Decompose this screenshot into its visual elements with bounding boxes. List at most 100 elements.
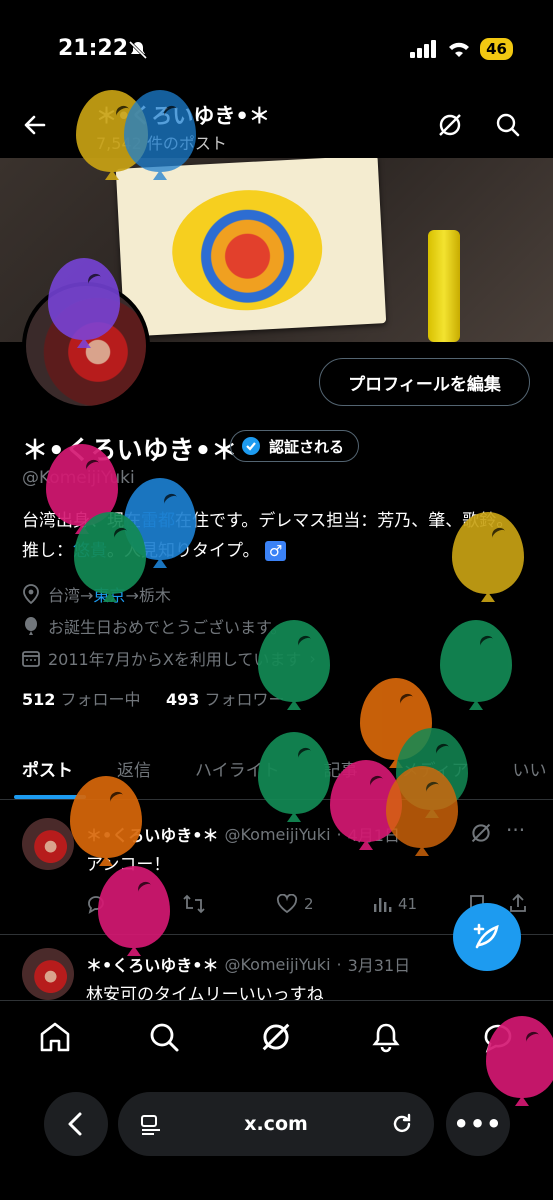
browser-back-button[interactable] — [44, 1092, 108, 1156]
views-chart-icon — [374, 898, 392, 912]
bio-hashtag-link[interactable]: 悠貴 — [73, 541, 107, 561]
search-icon — [496, 113, 520, 137]
location-text: 台湾→ — [48, 586, 94, 605]
arrow-left-icon — [24, 115, 46, 135]
banner-flower — [169, 186, 326, 315]
banner-pen — [428, 230, 460, 342]
browser-more-button[interactable]: ••• — [446, 1092, 510, 1156]
birthday-balloon — [98, 866, 170, 948]
profile-name: ＊•くろいゆき•＊ — [22, 436, 238, 466]
post-author-name[interactable]: ＊•くろいゆき•＊ — [86, 952, 218, 976]
banner-postcard — [115, 158, 387, 337]
birthday-balloon — [360, 678, 432, 760]
nav-messages[interactable] — [482, 1021, 514, 1057]
heart-icon — [276, 894, 298, 914]
like-count: 2 — [304, 895, 314, 913]
verified-badge-icon — [242, 437, 260, 455]
repost-icon — [183, 894, 205, 914]
header-title: ＊•くろいゆき•＊ — [96, 104, 270, 128]
share-button[interactable] — [508, 892, 528, 914]
location-link[interactable]: 東京 — [93, 586, 125, 605]
reader-mode-icon — [141, 1115, 160, 1135]
tab-highlights[interactable]: ハイライト — [195, 750, 280, 799]
post-dot: · — [336, 954, 342, 974]
nav-home[interactable] — [38, 1021, 72, 1057]
feather-plus-icon — [473, 923, 499, 949]
chevron-right-icon: › — [309, 648, 316, 668]
reload-icon[interactable] — [390, 1112, 414, 1136]
grok-icon — [439, 114, 461, 136]
chevron-left-icon — [68, 1112, 82, 1136]
post-date[interactable]: 3月31日 — [348, 952, 411, 976]
profile-bio: 台湾出身、現在雷都在住です。デレマス担当：芳乃、肇、歌鈴。 推し：悠貴。人見知り… — [22, 506, 532, 566]
browser-toolbar: x.com ••• — [0, 1072, 553, 1200]
bio-text: 台湾出身、現在 — [22, 511, 141, 531]
male-sign-badge: ♂ — [264, 541, 287, 561]
get-verified-label: 認証される — [269, 437, 345, 456]
post-avatar[interactable] — [22, 948, 74, 1000]
tab-posts[interactable]: ポスト — [22, 750, 73, 799]
location-text: →栃木 — [125, 586, 171, 605]
nav-search[interactable] — [148, 1021, 180, 1057]
birthday-balloon — [440, 620, 512, 702]
followers-link[interactable]: 493 フォロワー — [166, 690, 285, 709]
post-header: ＊•くろいゆき•＊ @KomeijiYuki · 3月31日 — [86, 952, 410, 976]
post-author-handle[interactable]: @KomeijiYuki — [224, 955, 330, 974]
status-time: 21:22 — [58, 36, 129, 61]
search-button[interactable] — [495, 112, 521, 142]
views-button[interactable]: 41 — [372, 894, 417, 914]
balloon-icon — [25, 617, 37, 635]
views-count: 41 — [398, 895, 418, 913]
nav-notifications[interactable] — [370, 1021, 402, 1057]
profile-avatar[interactable] — [22, 282, 150, 410]
post-more-button[interactable]: ··· — [506, 818, 525, 842]
profile-joined[interactable]: 2011年7月からXを利用しています › — [22, 646, 316, 670]
followers-label: フォロワー — [204, 690, 285, 709]
reply-icon — [88, 896, 104, 914]
more-dots-icon: ••• — [453, 1110, 503, 1138]
tab-articles[interactable]: 記事 — [324, 750, 358, 799]
share-icon — [510, 893, 526, 912]
location-pin-icon — [23, 584, 39, 604]
status-icons: 46 — [410, 38, 513, 60]
post-date[interactable]: 4月1日 — [348, 822, 400, 846]
post-author-handle[interactable]: @KomeijiYuki — [224, 825, 330, 844]
bottom-nav — [0, 1000, 553, 1072]
search-icon — [150, 1023, 179, 1052]
edit-profile-button[interactable]: プロフィールを編集 — [319, 358, 530, 406]
post-dot: · — [336, 824, 342, 844]
post-grok-button[interactable] — [470, 822, 492, 848]
compose-post-button[interactable] — [453, 903, 521, 971]
grok-button[interactable] — [437, 112, 463, 142]
profile-stats: 512 フォロー中 493 フォロワー — [22, 686, 284, 710]
signal-icon — [410, 40, 437, 58]
bio-hashtag-link[interactable]: 雷都 — [141, 511, 175, 531]
more-dots-icon: ··· — [506, 818, 526, 842]
like-button[interactable]: 2 — [276, 894, 314, 914]
address-bar[interactable]: x.com — [118, 1092, 434, 1156]
nav-grok[interactable] — [260, 1021, 292, 1057]
home-icon — [40, 1022, 70, 1052]
post-avatar[interactable] — [22, 818, 74, 870]
post-author-name[interactable]: ＊•くろいゆき•＊ — [86, 822, 218, 846]
back-button[interactable] — [22, 112, 48, 142]
profile-tabs: ポスト 返信 ハイライト 記事 メディア いい — [0, 750, 553, 800]
post-header: ＊•くろいゆき•＊ @KomeijiYuki · 4月1日 — [86, 822, 400, 846]
url-text: x.com — [244, 1113, 308, 1135]
tab-media[interactable]: メディア — [402, 750, 469, 799]
bio-text: 。人見知りタイプ。 — [107, 541, 260, 561]
profile-location: 台湾→東京→栃木 — [22, 582, 171, 606]
birthday-text: お誕生日おめでとうございます。 — [48, 618, 287, 637]
get-verified-button[interactable]: 認証される — [230, 430, 360, 462]
repost-button[interactable] — [182, 894, 206, 914]
wifi-icon — [449, 42, 470, 57]
joined-text: 2011年7月からXを利用しています — [48, 650, 302, 669]
bell-icon — [372, 1023, 400, 1053]
following-link[interactable]: 512 フォロー中 — [22, 690, 141, 709]
tab-active-indicator — [14, 795, 86, 799]
battery-indicator: 46 — [480, 38, 513, 60]
tab-likes[interactable]: いい — [512, 750, 546, 799]
grok-icon — [471, 823, 491, 843]
tab-replies[interactable]: 返信 — [117, 750, 151, 799]
reply-button[interactable] — [86, 894, 106, 914]
